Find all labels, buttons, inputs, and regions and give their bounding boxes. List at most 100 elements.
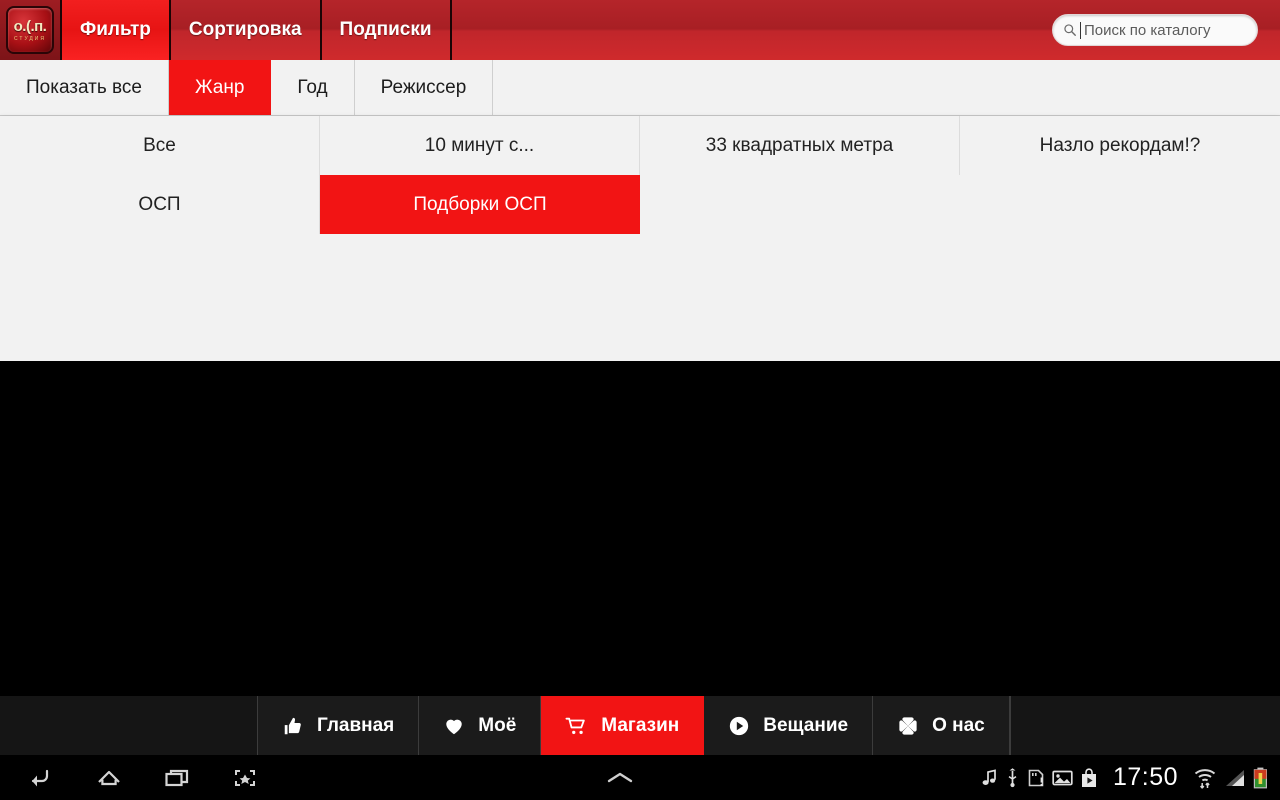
cover-photo-tilt bbox=[728, 577, 872, 684]
cover-blobs bbox=[88, 632, 232, 691]
cover-osp-logo: о.(.п. bbox=[452, 528, 509, 559]
filter-tab-strip: Показать все Жанр Год Режиссер bbox=[0, 60, 1280, 116]
nav-item-store-label: Магазин bbox=[601, 714, 680, 736]
filter-tab-year[interactable]: Год bbox=[271, 60, 355, 115]
star-empty-icon bbox=[1169, 385, 1199, 414]
star-filled-icon bbox=[817, 385, 847, 414]
cover-title-text: РОССИЯ XX век bbox=[408, 633, 552, 686]
nav-item-home[interactable]: Главная bbox=[258, 696, 420, 755]
rating-stars[interactable] bbox=[401, 384, 560, 415]
cover-title-text: РОССИЯ XX век bbox=[728, 633, 872, 686]
card-title: Россия. XX век. Выпуск 1 bbox=[360, 459, 600, 480]
chevron-up-icon bbox=[608, 772, 633, 782]
genre-cell-empty bbox=[960, 175, 1280, 234]
search-icon bbox=[1064, 24, 1076, 36]
star-filled-icon bbox=[753, 385, 783, 414]
cell-signal-icon bbox=[1226, 769, 1244, 786]
sd-card-warning-icon bbox=[1028, 769, 1044, 786]
card-title: Разговоры об искусстве bbox=[44, 459, 276, 480]
genre-option-label: 10 минут с... bbox=[424, 134, 535, 156]
genre-option-4[interactable]: ОСП bbox=[0, 175, 320, 234]
thumbnail-art: о.(.п. СТУДИЯ РОССИЯ XX век bbox=[728, 524, 872, 691]
cover-title-mid: XX bbox=[470, 655, 490, 672]
topbar-button-subscriptions-label: Подписки bbox=[339, 19, 432, 40]
android-nav-buttons bbox=[0, 765, 260, 791]
thumbnail-art: о.(.п. СТУДИЯ РОССИЯ XX век РЕКОМЕНДУЕМ bbox=[408, 524, 552, 691]
cover-title-small: век bbox=[789, 670, 811, 686]
catalog-card[interactable]: Русские сказки Подборки ОСП, 2000 о.(.п. СТ… bbox=[960, 358, 1280, 697]
genre-option-5[interactable]: Подборки ОСП bbox=[320, 175, 640, 234]
genre-option-1[interactable]: 10 минут с... bbox=[320, 116, 640, 175]
catalog-card[interactable]: Разговоры об искусстве Подборки ОСП, 2001… bbox=[0, 358, 320, 697]
rating-stars[interactable] bbox=[1041, 384, 1200, 415]
filter-tab-year-label: Год bbox=[297, 76, 328, 98]
cover-osp-sub: СТУДИЯ bbox=[1100, 566, 1140, 573]
system-clock: 17:50 bbox=[1112, 763, 1178, 791]
app-root: Разговоры об искусстве Подборки ОСП, 2001… bbox=[0, 0, 1280, 800]
star-empty-icon bbox=[529, 385, 559, 414]
cover-osp-sub: СТУДИЯ bbox=[455, 559, 505, 566]
android-status-icons[interactable]: 17:50 bbox=[981, 763, 1280, 792]
nav-item-home-label: Главная bbox=[317, 714, 395, 736]
card-thumbnail[interactable]: о.(.п. СТУДИЯ РОССИЯ XX век bbox=[722, 518, 878, 697]
topbar-button-filter[interactable]: Фильтр bbox=[62, 0, 171, 60]
star-filled-icon bbox=[113, 385, 143, 414]
card-thumbnail[interactable]: о.(.п. СТУДИЯ Разговоры об искусстве bbox=[82, 518, 238, 697]
genre-option-3[interactable]: Назло рекордам!? bbox=[960, 116, 1280, 175]
rating-stars[interactable] bbox=[81, 384, 240, 415]
search-input[interactable]: Поиск по каталогу bbox=[1052, 14, 1258, 46]
topbar-button-sort-label: Сортировка bbox=[188, 19, 302, 40]
home-icon[interactable] bbox=[94, 765, 124, 791]
catalog-card-grid: Разговоры об искусстве Подборки ОСП, 2001… bbox=[0, 358, 1280, 697]
genre-option-2[interactable]: 33 квадратных метра bbox=[640, 116, 960, 175]
star-filled-icon bbox=[497, 385, 527, 414]
screenshot-icon[interactable] bbox=[230, 765, 260, 791]
app-logo-button[interactable]: о.(.п. СТУДИЯ bbox=[0, 0, 62, 60]
genre-cell-empty bbox=[640, 175, 960, 234]
android-expand-handle[interactable] bbox=[260, 769, 981, 787]
nav-item-mine[interactable]: Моё bbox=[419, 696, 542, 755]
logo-main-text: о.(.п. bbox=[13, 17, 47, 35]
card-title: Русские сказки bbox=[1048, 459, 1192, 480]
rating-stars[interactable] bbox=[721, 384, 880, 415]
cover-title-line2: искусстве bbox=[126, 599, 194, 616]
cover-osp-logo-wrap: о.(.п. СТУДИЯ bbox=[728, 530, 872, 565]
heart-icon bbox=[446, 719, 462, 734]
nav-item-about[interactable]: О нас bbox=[873, 696, 1010, 755]
cover-osp-sub: СТУДИЯ bbox=[775, 559, 825, 566]
card-thumbnail[interactable]: о.(.п. СТУДИЯ РОССИЯ XX век РЕКОМЕНДУЕМ bbox=[402, 518, 558, 697]
nav-item-about-label: О нас bbox=[932, 714, 985, 736]
logo-sub-text: СТУДИЯ bbox=[13, 35, 47, 42]
recents-icon[interactable] bbox=[162, 765, 192, 791]
catalog-card[interactable]: Россия. XX век. Выпуск 1 Подборки ОСП, 20… bbox=[320, 358, 640, 697]
nav-item-broadcast-label: Вещание bbox=[763, 714, 849, 736]
shopping-cart-icon bbox=[565, 717, 586, 734]
genre-option-label: Назло рекордам!? bbox=[1039, 134, 1201, 156]
star-filled-icon bbox=[177, 385, 207, 414]
cover-osp-logo-wrap: о.(.п. СТУДИЯ bbox=[408, 530, 552, 565]
filter-tab-strip-filler bbox=[493, 60, 1280, 115]
filter-tab-director[interactable]: Режиссер bbox=[354, 60, 494, 115]
cover-top-band: о.(.п. СТУДИЯ Русские сказки bbox=[1048, 524, 1192, 611]
topbar-button-subscriptions[interactable]: Подписки bbox=[322, 0, 452, 60]
star-empty-icon bbox=[849, 385, 879, 414]
filter-tab-show-all[interactable]: Показать все bbox=[0, 60, 169, 115]
card-meta: Подборки ОСП, 2000 bbox=[1061, 492, 1179, 507]
filter-tab-genre[interactable]: Жанр bbox=[169, 60, 272, 115]
genre-option-0[interactable]: Все bbox=[0, 116, 320, 175]
nav-item-broadcast[interactable]: Вещание bbox=[704, 696, 874, 755]
nav-item-store[interactable]: Магазин bbox=[541, 696, 705, 755]
gallery-icon bbox=[1052, 770, 1073, 785]
star-filled-icon bbox=[1073, 385, 1103, 414]
card-title: Россия. XX век. Выпуск 2 bbox=[680, 459, 920, 480]
battery-icon bbox=[1253, 767, 1267, 788]
back-icon[interactable] bbox=[26, 765, 56, 791]
card-thumbnail[interactable]: о.(.п. СТУДИЯ Русские сказки bbox=[1042, 518, 1198, 697]
cover-osp-logo: о.(.п. bbox=[132, 532, 189, 563]
app-nav-right-pad bbox=[1009, 696, 1280, 755]
filter-tab-director-label: Режиссер bbox=[380, 76, 467, 98]
cover-title-text: Разговоры об искусстве bbox=[117, 579, 203, 617]
topbar-button-sort[interactable]: Сортировка bbox=[171, 0, 322, 60]
music-note-icon bbox=[982, 768, 996, 785]
catalog-card[interactable]: Россия. XX век. Выпуск 2 Подборки ОСП, 20… bbox=[640, 358, 960, 697]
